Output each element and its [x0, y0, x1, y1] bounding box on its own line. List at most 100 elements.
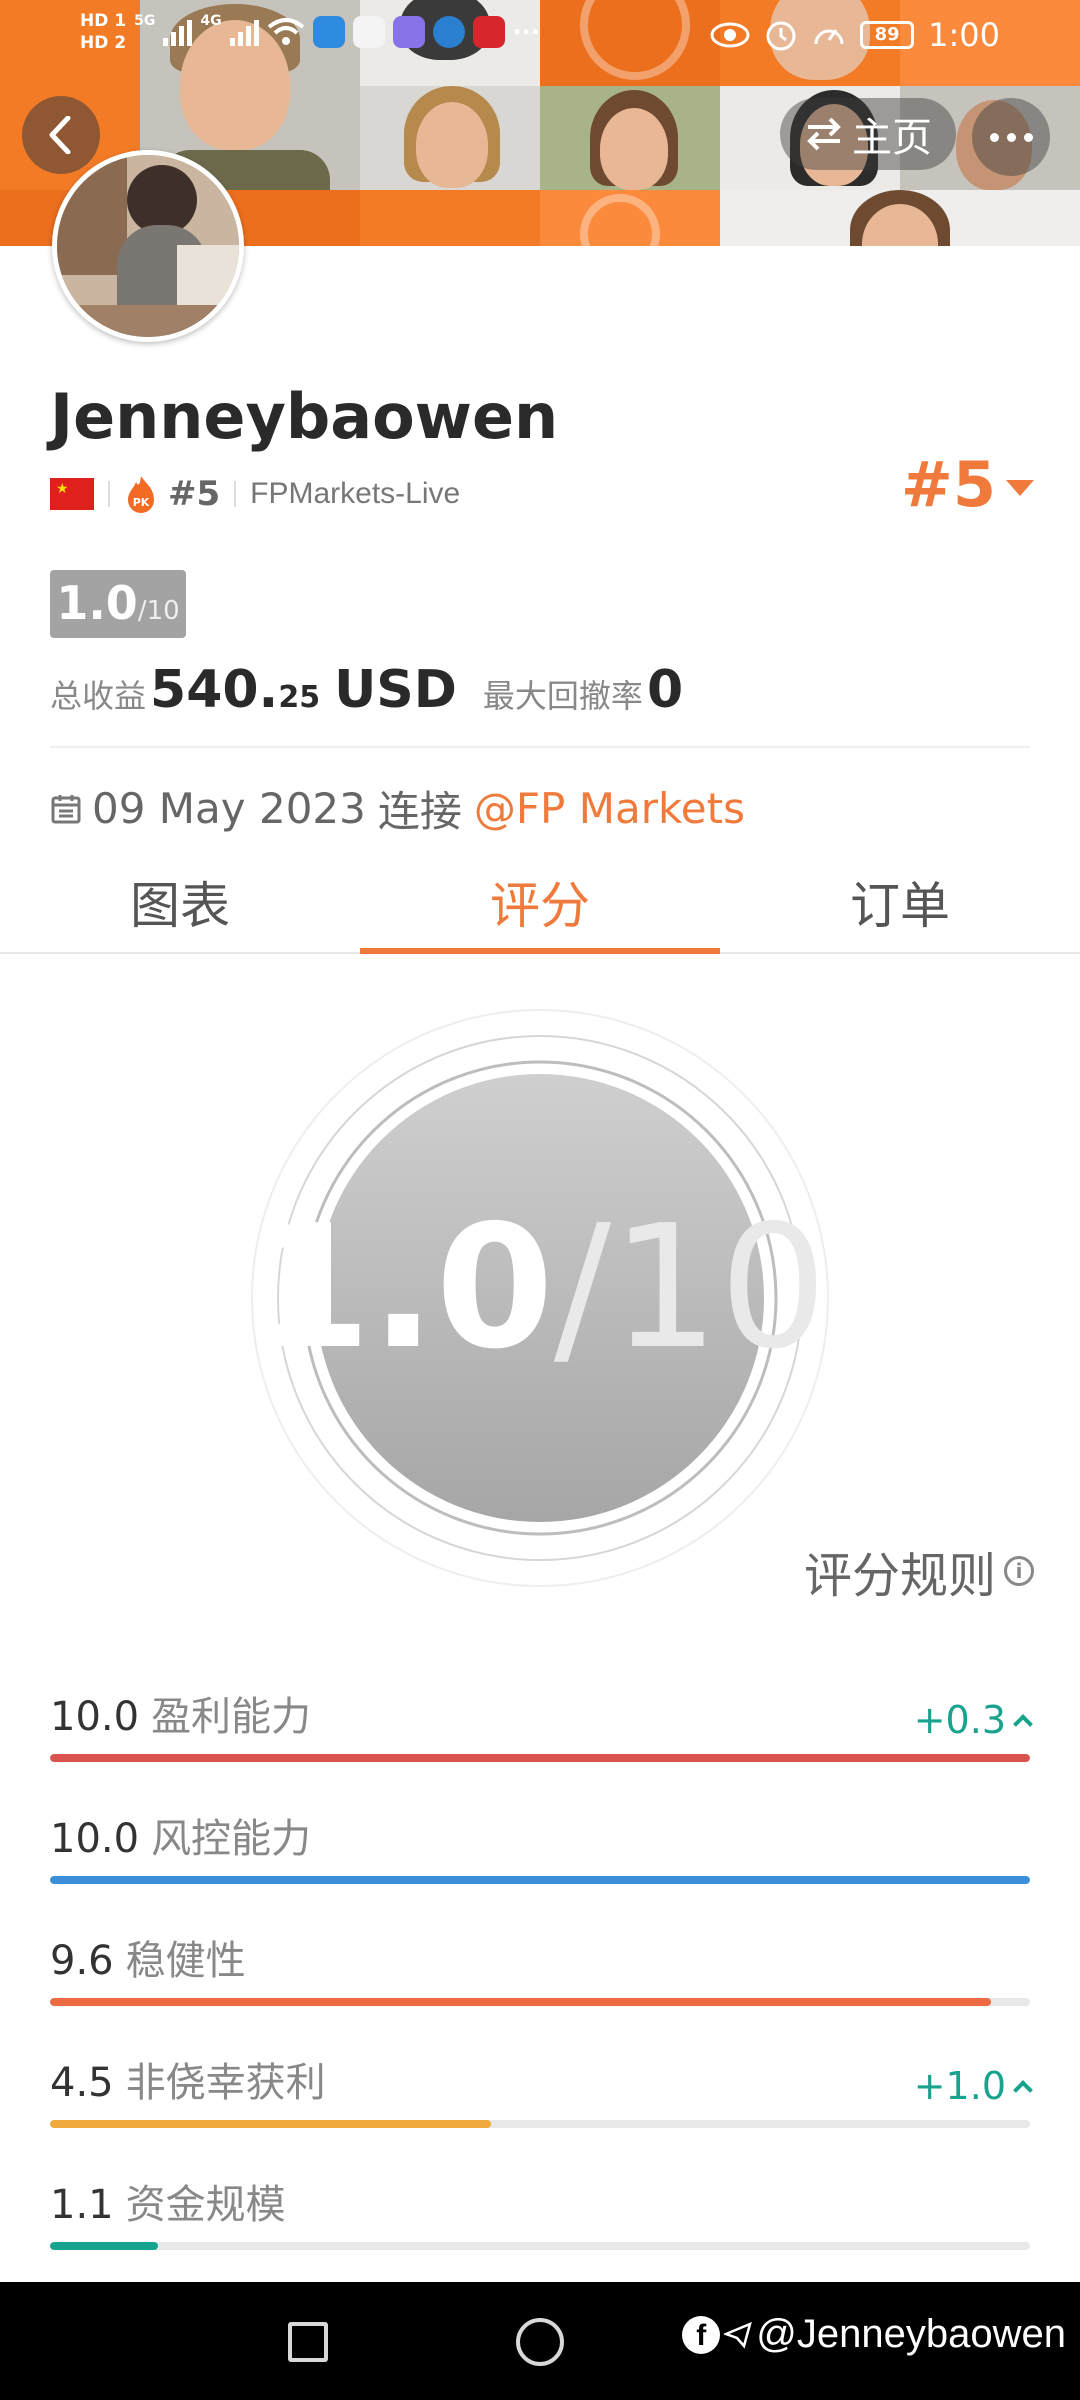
metric-stability: 9.6 稳健性: [50, 1928, 1030, 2038]
metric-non-luck-profit: 4.5 非侥幸获利 +1.0: [50, 2050, 1033, 2160]
home-button-label: 主页: [852, 115, 932, 161]
metric-change-value: +0.3: [913, 1698, 1006, 1742]
metric-value: 4.5: [50, 2060, 114, 2106]
more-options-button[interactable]: [972, 98, 1050, 176]
metric-label: 非侥幸获利: [125, 2060, 326, 2106]
telegram-icon: [724, 2321, 753, 2349]
metric-fill: [50, 1754, 1030, 1762]
metric-capital-scale: 1.1 资金规模: [50, 2172, 1030, 2282]
browser-app-icon: [432, 16, 465, 48]
metric-value: 10.0: [50, 1694, 140, 1740]
calendar-icon: [51, 794, 81, 823]
profile-meta-row: ★ PK #5 FPMarkets-Live: [50, 472, 460, 516]
chevron-up-icon: [1013, 1714, 1033, 1734]
dot-icon: [1023, 132, 1033, 142]
max-drawdown-value: 0: [646, 660, 684, 720]
tab-rating[interactable]: 评分: [360, 866, 720, 954]
metric-track: [50, 2120, 1030, 2128]
info-icon: i: [1004, 1556, 1034, 1586]
alarm-icon: [766, 21, 796, 51]
score-badge-denominator: /10: [137, 596, 180, 626]
rating-rules-label: 评分规则: [803, 1548, 996, 1604]
chevron-up-icon: [1013, 2080, 1033, 2100]
battery-icon: 89: [860, 21, 915, 49]
connected-label: 连接: [377, 787, 462, 836]
connected-broker-link[interactable]: @FP Markets: [474, 784, 745, 833]
dot-icon: [1006, 132, 1016, 142]
tab-bar: 图表 评分 订单: [0, 866, 1080, 954]
connected-date: 09 May 2023: [92, 784, 366, 833]
metric-value: 10.0: [50, 1816, 140, 1862]
metric-track: [50, 1998, 1030, 2006]
total-earnings-integer: 540.: [150, 660, 279, 720]
metric-label: 盈利能力: [151, 1694, 312, 1740]
swap-icon: [807, 117, 841, 151]
separator: [234, 481, 237, 507]
earnings-row: 总收益 540. 25 USD 最大回撤率 0: [50, 660, 683, 720]
music-app-icon: [392, 16, 425, 48]
gauge-score-total: /10: [554, 1189, 828, 1387]
metric-change: +0.3: [913, 1698, 1033, 1742]
wifi-icon: [267, 18, 304, 45]
divider: [50, 746, 1030, 748]
max-drawdown-label: 最大回撤率: [482, 677, 643, 715]
metric-fill: [50, 1876, 1030, 1884]
more-notifications-icon: ···: [512, 18, 540, 46]
news-app-icon: [472, 16, 505, 48]
metric-track: [50, 1754, 1030, 1762]
metric-change: +1.0: [913, 2064, 1033, 2108]
metric-profitability: 10.0 盈利能力 +0.3: [50, 1684, 1033, 1794]
shield-app-icon: [312, 16, 345, 48]
gallery-app-icon: [352, 16, 385, 48]
clock: 1:00: [928, 16, 1000, 54]
username: Jenneybaowen: [50, 380, 559, 453]
status-bar: HD 1 HD 2 5G 4G ··· 89 1:00: [0, 0, 1080, 72]
total-earnings-decimal: 25: [278, 680, 321, 715]
home-button[interactable]: 主页: [780, 98, 956, 170]
facebook-icon: f: [682, 2315, 721, 2354]
metric-fill: [50, 2242, 158, 2250]
gauge-score-text: 1.0/10: [253, 1189, 828, 1387]
metric-fill: [50, 2120, 491, 2128]
metric-label: 稳健性: [125, 1938, 246, 1984]
system-nav-bar: f @Jenneybaowen: [0, 2282, 1080, 2400]
metric-track: [50, 1876, 1030, 1884]
chevron-left-icon: [49, 116, 71, 154]
watermark-text: @Jenneybaowen: [756, 2312, 1066, 2356]
metric-label: 风控能力: [151, 1816, 312, 1862]
metric-value: 9.6: [50, 1938, 114, 1984]
rank-label: #5: [168, 474, 221, 514]
tab-chart[interactable]: 图表: [0, 866, 360, 952]
speedometer-icon: [814, 29, 844, 45]
separator: [108, 481, 110, 507]
home-nav-button[interactable]: [516, 2318, 564, 2366]
metric-fill: [50, 1998, 991, 2006]
china-flag-icon: ★: [50, 478, 94, 510]
metric-label: 资金规模: [125, 2182, 286, 2228]
watermark: f @Jenneybaowen: [682, 2312, 1066, 2357]
metric-track: [50, 2242, 1030, 2250]
broker-account-label: FPMarkets-Live: [250, 477, 461, 510]
avatar[interactable]: [52, 150, 244, 342]
connection-row: 09 May 2023 连接 @FP Markets: [50, 778, 745, 839]
network-4g-label: 4G: [200, 13, 222, 29]
score-gauge: 1.0/10: [251, 1009, 829, 1587]
tab-orders[interactable]: 订单: [720, 866, 1080, 952]
currency-label: USD: [334, 660, 457, 720]
eye-icon: [710, 22, 750, 48]
svg-text:PK: PK: [133, 496, 150, 509]
pk-flame-icon: PK: [128, 476, 154, 513]
recent-apps-button[interactable]: [288, 2322, 328, 2362]
triangle-down-icon: [1006, 479, 1034, 496]
metric-value: 1.1: [50, 2182, 114, 2228]
sim2-label: HD 2: [80, 33, 127, 53]
total-earnings-label: 总收益: [50, 677, 147, 715]
dot-icon: [989, 132, 999, 142]
rank-selector[interactable]: #5: [901, 448, 1034, 521]
rating-rules-link[interactable]: 评分规则 i: [804, 1536, 1034, 1606]
metric-change-value: +1.0: [913, 2064, 1006, 2108]
network-5g-label: 5G: [134, 13, 156, 29]
score-badge: 1.0 /10: [50, 570, 186, 638]
gauge-score-value: 1.0: [253, 1189, 554, 1387]
sim1-label: HD 1: [80, 11, 127, 31]
